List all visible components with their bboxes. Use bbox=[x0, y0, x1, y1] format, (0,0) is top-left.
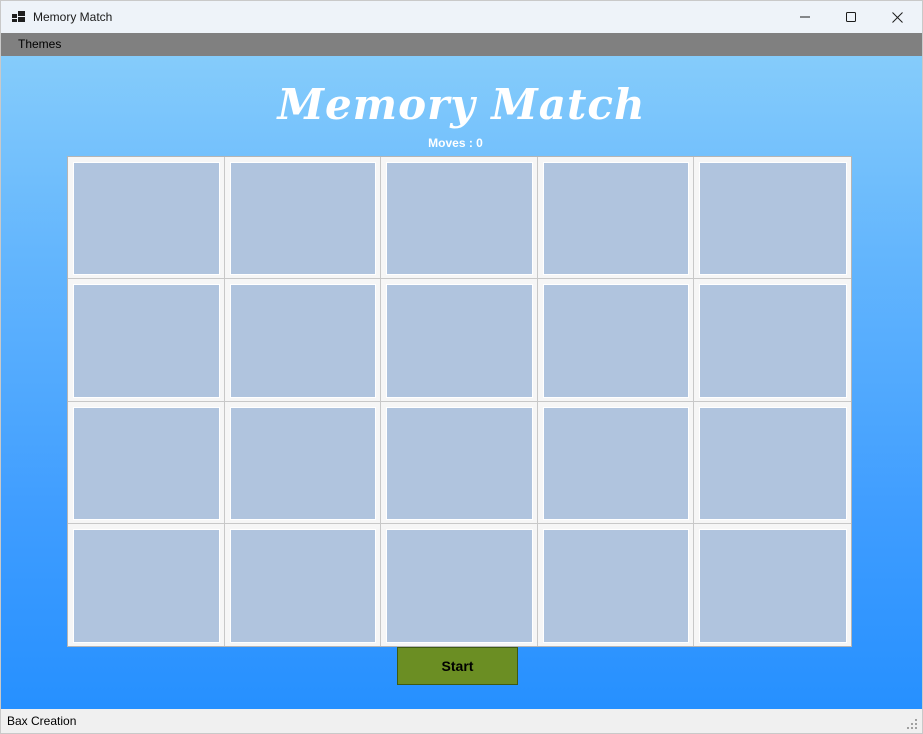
grid-cell bbox=[224, 279, 382, 402]
grid-cell bbox=[537, 523, 695, 646]
menu-item-themes[interactable]: Themes bbox=[12, 37, 67, 51]
grid-cell bbox=[381, 157, 538, 280]
memory-card[interactable] bbox=[699, 162, 847, 276]
minimize-button[interactable] bbox=[782, 1, 828, 33]
grid-cell bbox=[537, 279, 695, 402]
size-grip-icon[interactable] bbox=[906, 718, 918, 730]
memory-card[interactable] bbox=[542, 284, 690, 398]
start-button[interactable]: Start bbox=[397, 647, 518, 685]
grid-cell bbox=[537, 157, 695, 280]
card-grid bbox=[67, 156, 852, 647]
memory-card[interactable] bbox=[386, 528, 533, 643]
memory-card[interactable] bbox=[542, 528, 690, 643]
status-text: Bax Creation bbox=[7, 714, 77, 728]
memory-card[interactable] bbox=[229, 406, 377, 520]
memory-card[interactable] bbox=[699, 284, 847, 398]
memory-card[interactable] bbox=[73, 284, 220, 398]
memory-card[interactable] bbox=[386, 284, 533, 398]
app-window: Memory Match Themes Memory Match Moves :… bbox=[0, 0, 923, 734]
close-button[interactable] bbox=[874, 1, 920, 33]
window-title: Memory Match bbox=[33, 10, 113, 24]
grid-cell bbox=[537, 401, 695, 524]
maximize-button[interactable] bbox=[828, 1, 874, 33]
moves-counter: Moves : 0 bbox=[428, 136, 483, 150]
grid-cell bbox=[694, 401, 851, 524]
memory-card[interactable] bbox=[73, 528, 220, 643]
memory-card[interactable] bbox=[229, 528, 377, 643]
grid-cell bbox=[381, 523, 538, 646]
game-area: Memory Match Moves : 0 Start bbox=[1, 56, 922, 709]
title-bar[interactable]: Memory Match bbox=[1, 1, 922, 33]
grid-cell bbox=[381, 279, 538, 402]
close-icon bbox=[891, 11, 903, 23]
grid-cell bbox=[694, 523, 851, 646]
memory-card[interactable] bbox=[73, 406, 220, 520]
memory-card[interactable] bbox=[699, 528, 847, 643]
grid-cell bbox=[694, 279, 851, 402]
memory-card[interactable] bbox=[542, 406, 690, 520]
grid-cell bbox=[224, 523, 382, 646]
grid-cell bbox=[68, 157, 225, 280]
memory-card[interactable] bbox=[699, 406, 847, 520]
memory-card[interactable] bbox=[73, 162, 220, 276]
grid-cell bbox=[224, 401, 382, 524]
grid-cell bbox=[68, 523, 225, 646]
grid-cell bbox=[224, 157, 382, 280]
grid-cell bbox=[694, 157, 851, 280]
maximize-icon bbox=[846, 12, 856, 22]
minimize-icon bbox=[800, 16, 810, 18]
memory-card[interactable] bbox=[229, 162, 377, 276]
grid-cell bbox=[381, 401, 538, 524]
grid-cell bbox=[68, 401, 225, 524]
memory-card[interactable] bbox=[229, 284, 377, 398]
game-title: Memory Match bbox=[277, 80, 646, 129]
memory-card[interactable] bbox=[386, 406, 533, 520]
windows-app-icon bbox=[12, 11, 25, 22]
memory-card[interactable] bbox=[542, 162, 690, 276]
grid-cell bbox=[68, 279, 225, 402]
memory-card[interactable] bbox=[386, 162, 533, 276]
status-bar: Bax Creation bbox=[1, 709, 922, 733]
menu-bar: Themes bbox=[1, 33, 922, 56]
